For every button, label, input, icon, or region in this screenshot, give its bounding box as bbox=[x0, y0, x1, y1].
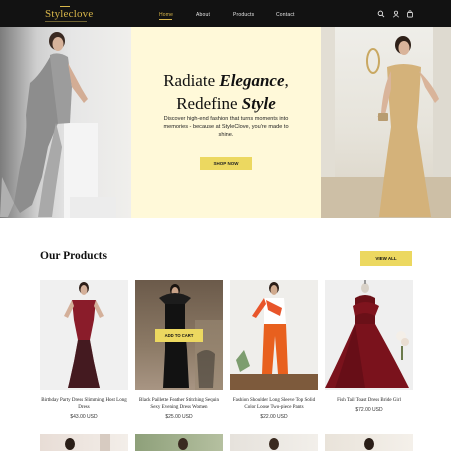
product-image-6[interactable] bbox=[135, 434, 223, 451]
hero-image-left bbox=[0, 27, 131, 218]
top-navbar: Styleclove Home About Products Contact bbox=[0, 0, 451, 27]
product-8-photo bbox=[364, 438, 374, 450]
burgundy-gown-photo bbox=[325, 280, 409, 388]
product-image-3[interactable] bbox=[230, 280, 318, 390]
hero-title-line1: Radiate Elegance, bbox=[163, 71, 289, 90]
hero-description: Discover high-end fashion that turns mom… bbox=[163, 116, 289, 138]
logo-underline bbox=[45, 21, 87, 22]
product-6-photo bbox=[178, 438, 188, 450]
hero-banner: Radiate Elegance, Redefine Style Discove… bbox=[131, 27, 321, 218]
cart-icon[interactable] bbox=[406, 10, 414, 18]
product-image-5[interactable] bbox=[40, 434, 128, 451]
product-name-2[interactable]: Black Paillette Feather Stitching Sequin… bbox=[135, 397, 223, 411]
product-image-4[interactable] bbox=[325, 280, 413, 390]
product-price-4: $72.00 USD bbox=[355, 407, 383, 413]
product-5-photo bbox=[65, 434, 110, 451]
product-price-1: $43.00 USD bbox=[70, 414, 98, 420]
orange-outfit-photo bbox=[230, 280, 318, 390]
user-icon[interactable] bbox=[392, 10, 400, 18]
product-price-3: $22.00 USD bbox=[260, 414, 288, 420]
product-name-1[interactable]: Birthday Party Dress Slimming Host Long … bbox=[40, 397, 128, 411]
nav-products[interactable]: Products bbox=[233, 12, 254, 18]
shop-now-button[interactable]: SHOP NOW bbox=[200, 157, 252, 170]
brand-logo[interactable]: Styleclove bbox=[45, 8, 93, 20]
hero-image-right bbox=[321, 27, 451, 218]
nav-about[interactable]: About bbox=[196, 12, 210, 18]
nav-active-indicator bbox=[159, 19, 172, 20]
nav-contact[interactable]: Contact bbox=[276, 12, 295, 18]
nav-home[interactable]: Home bbox=[159, 12, 173, 18]
product-image-8[interactable] bbox=[325, 434, 413, 451]
product-name-3[interactable]: Fashion Shoulder Long Sleeve Top Solid C… bbox=[230, 397, 318, 411]
product-image-7[interactable] bbox=[230, 434, 318, 451]
hero-title-line2: Redefine Style bbox=[176, 94, 276, 113]
product-image-1[interactable] bbox=[40, 280, 128, 390]
product-price-2: $25.00 USD bbox=[165, 414, 193, 420]
products-section-title: Our Products bbox=[40, 250, 107, 262]
view-all-button[interactable]: VIEW ALL bbox=[360, 251, 412, 266]
silver-gown-model-photo bbox=[0, 32, 116, 218]
product-7-photo bbox=[269, 438, 279, 450]
product-name-4[interactable]: Fish Tail Toast Dress Bride Girl bbox=[325, 397, 413, 404]
logo-crown-icon bbox=[60, 3, 70, 7]
search-icon[interactable] bbox=[377, 10, 385, 18]
red-dress-photo bbox=[64, 282, 104, 388]
product-image-2[interactable]: ADD TO CART bbox=[135, 280, 223, 390]
add-to-cart-button[interactable]: ADD TO CART bbox=[155, 329, 203, 342]
gold-gown-model-photo bbox=[321, 27, 451, 218]
